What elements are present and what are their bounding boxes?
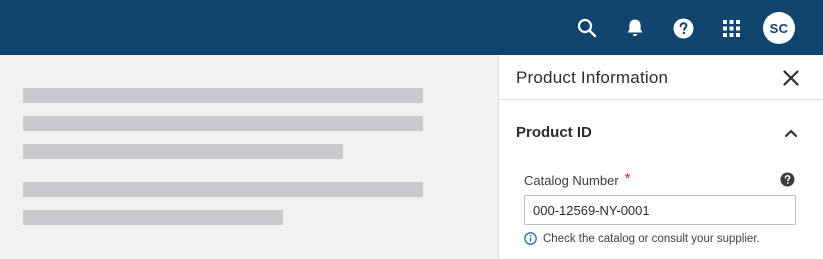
required-marker: *: [624, 170, 631, 187]
field-hint: Check the catalog or consult your suppli…: [524, 232, 760, 245]
skeleton-line: [23, 144, 343, 159]
field-help-icon[interactable]: [779, 171, 795, 187]
section-header-product-id[interactable]: Product ID: [499, 117, 823, 149]
close-icon[interactable]: [779, 66, 803, 90]
top-navigation-bar: SC: [0, 0, 823, 55]
catalog-number-label: Catalog Number *: [524, 170, 631, 189]
user-avatar[interactable]: SC: [763, 12, 795, 44]
help-icon[interactable]: [668, 13, 698, 43]
chevron-up-icon[interactable]: [781, 123, 801, 143]
apps-grid-icon[interactable]: [716, 13, 746, 43]
product-information-panel: Product Information Product ID Catalog N…: [498, 55, 823, 259]
catalog-number-input[interactable]: [524, 195, 796, 225]
bell-icon[interactable]: [620, 13, 650, 43]
search-icon[interactable]: [572, 13, 602, 43]
main-content-placeholder: [0, 55, 498, 259]
panel-title: Product Information: [516, 68, 669, 87]
section-title: Product ID: [516, 124, 592, 141]
panel-header: Product Information: [499, 55, 823, 100]
info-icon: [524, 232, 537, 245]
skeleton-line: [23, 210, 283, 225]
skeleton-line: [23, 88, 423, 103]
skeleton-line: [23, 116, 423, 131]
field-hint-text: Check the catalog or consult your suppli…: [543, 232, 760, 245]
field-label-text: Catalog Number: [524, 173, 619, 188]
skeleton-line: [23, 182, 423, 197]
